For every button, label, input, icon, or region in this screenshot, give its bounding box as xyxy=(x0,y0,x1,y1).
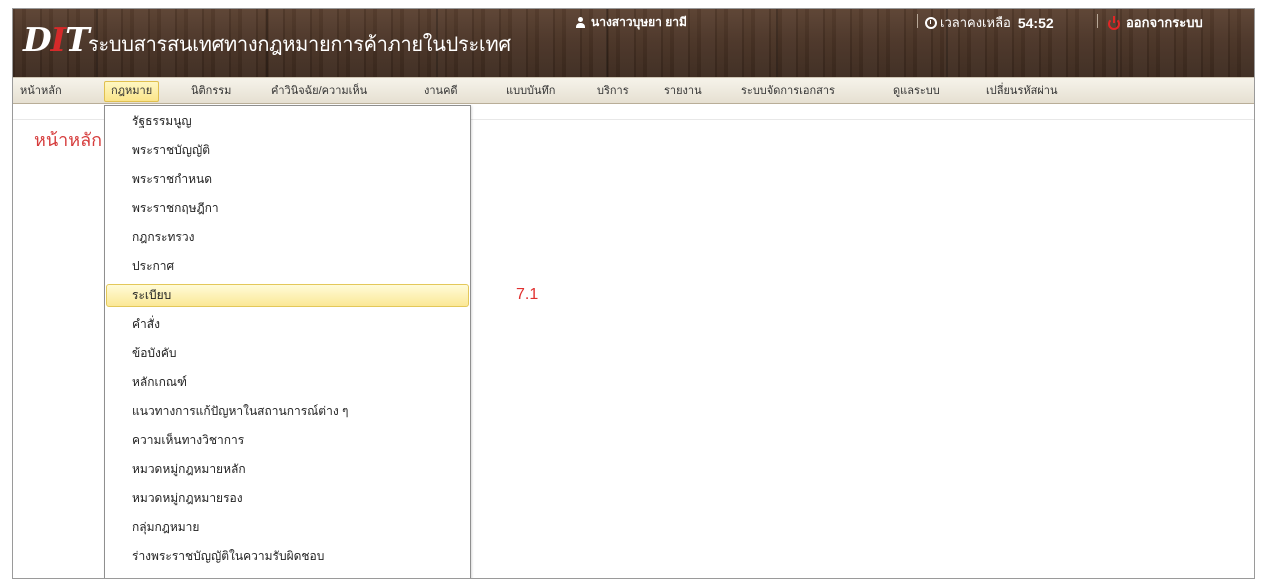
power-icon xyxy=(1107,15,1121,30)
user-icon xyxy=(575,17,586,28)
menu-item-constitution[interactable]: รัฐธรรมนูญ xyxy=(106,110,469,133)
menu-item-royal-decree[interactable]: พระราชกฤษฎีกา xyxy=(106,197,469,220)
menu-item-academic-opinion[interactable]: ความเห็นทางวิชาการ xyxy=(106,429,469,452)
nav-item-rulings[interactable]: คำวินิจฉัย/ความเห็น xyxy=(271,82,367,101)
timer-value: 54:52 xyxy=(1017,14,1054,31)
menu-item-regulation[interactable]: ระเบียบ xyxy=(106,284,469,307)
nav-item-law[interactable]: กฎหมาย xyxy=(104,81,160,102)
menu-item-bylaw[interactable]: ข้อบังคับ xyxy=(106,342,469,365)
nav-item-change-password[interactable]: เปลี่ยนรหัสผ่าน xyxy=(986,82,1057,101)
header-banner: DIT ระบบสารสนเทศทางกฎหมายการค้าภายในประเ… xyxy=(13,9,1254,77)
logout-button[interactable]: ออกจากระบบ xyxy=(1107,12,1203,33)
menu-item-main-law-category[interactable]: หมวดหมู่กฎหมายหลัก xyxy=(106,458,469,481)
menu-item-emergency-decree[interactable]: พระราชกำหนด xyxy=(106,168,469,191)
app-window: DIT ระบบสารสนเทศทางกฎหมายการค้าภายในประเ… xyxy=(12,8,1255,579)
law-dropdown-menu: รัฐธรรมนูญ พระราชบัญญัติ พระราชกำหนด พระ… xyxy=(104,105,471,578)
nav-item-cases[interactable]: งานคดี xyxy=(424,82,458,101)
user-name: นางสาวบุษยา ยามี xyxy=(591,15,687,29)
page-title: หน้าหลัก xyxy=(34,130,103,150)
header-separator xyxy=(1097,14,1098,28)
nav-item-admin[interactable]: ดูแลระบบ xyxy=(893,82,940,101)
user-info: นางสาวบุษยา ยามี xyxy=(575,13,687,32)
nav-item-services[interactable]: บริการ xyxy=(597,82,629,101)
annotation-label: 7.1 xyxy=(516,286,539,303)
nav-item-forms[interactable]: แบบบันทึก xyxy=(506,82,555,101)
menu-item-announcement[interactable]: ประกาศ xyxy=(106,255,469,278)
timer-label: เวลาคงเหลือ xyxy=(940,15,1011,30)
nav-item-juristic-act[interactable]: นิติกรรม xyxy=(191,82,231,101)
session-timer: เวลาคงเหลือ 54:52 xyxy=(925,12,1054,33)
menu-item-sub-law-category[interactable]: หมวดหมู่กฎหมายรอง xyxy=(106,487,469,510)
menu-item-guidelines[interactable]: แนวทางการแก้ปัญหาในสถานการณ์ต่าง ๆ xyxy=(106,400,469,423)
dit-logo: DIT xyxy=(23,20,90,59)
nav-item-reports[interactable]: รายงาน xyxy=(664,82,702,101)
nav-item-home[interactable]: หน้าหลัก xyxy=(20,82,62,101)
menu-item-order[interactable]: คำสั่ง xyxy=(106,313,469,336)
menu-item-draft-acts[interactable]: ร่างพระราชบัญญัติในความรับผิดชอบ xyxy=(106,545,469,568)
menu-item-ministerial-regulation[interactable]: กฎกระทรวง xyxy=(106,226,469,249)
menu-item-criteria[interactable]: หลักเกณฑ์ xyxy=(106,371,469,394)
menu-item-law-group[interactable]: กลุ่มกฎหมาย xyxy=(106,516,469,539)
nav-item-document-system[interactable]: ระบบจัดการเอกสาร xyxy=(741,82,835,101)
menu-item-act[interactable]: พระราชบัญญัติ xyxy=(106,139,469,162)
main-nav: หน้าหลัก กฎหมาย นิติกรรม คำวินิจฉัย/ความ… xyxy=(13,77,1254,104)
header-separator xyxy=(917,14,918,28)
site-title: ระบบสารสนเทศทางกฎหมายการค้าภายในประเทศ xyxy=(88,34,511,56)
logout-label: ออกจากระบบ xyxy=(1126,15,1203,30)
stopwatch-icon xyxy=(925,16,937,29)
